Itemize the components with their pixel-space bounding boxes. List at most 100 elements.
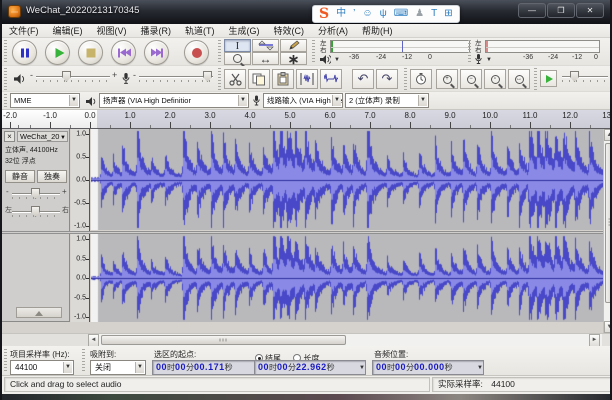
playback-device-dropdown[interactable]: 扬声器 (VIA High Definitior▼	[99, 93, 249, 108]
device-toolbar-grip[interactable]	[4, 94, 7, 108]
menu-view[interactable]: 视图(V)	[90, 24, 134, 37]
paste-button[interactable]	[272, 69, 294, 89]
vertical-ruler-channel-2[interactable]: 1.00.50.0-0.5-1.0	[71, 234, 90, 322]
speaker-icon[interactable]	[320, 55, 331, 64]
transport-toolbar-grip[interactable]	[4, 40, 7, 64]
skip-to-end-button[interactable]	[144, 40, 169, 65]
menu-effect[interactable]: 特效(C)	[267, 24, 312, 37]
menu-tracks[interactable]: 轨道(T)	[178, 24, 222, 37]
cut-button[interactable]	[224, 69, 246, 89]
recording-volume-slider[interactable]	[139, 70, 213, 84]
sogou-logo-icon[interactable]: S	[319, 6, 329, 22]
play-speed-slider[interactable]	[562, 70, 608, 84]
play-button[interactable]	[45, 40, 70, 65]
toolbox-icon[interactable]: ⊞	[444, 9, 452, 19]
chinese-mode-icon[interactable]: 中	[336, 9, 346, 19]
playback-meter-dropdown-icon[interactable]: ▼	[334, 57, 340, 63]
pause-button[interactable]	[12, 40, 37, 65]
zoom-fit-button[interactable]: ↔	[508, 69, 530, 89]
audio-position-field[interactable]: 00时00分00.000秒▼	[372, 360, 484, 375]
horizontal-scrollbar[interactable]: ◄ ►	[2, 333, 612, 346]
playback-meter[interactable]	[330, 40, 470, 53]
selection-tool-button[interactable]: I	[224, 39, 251, 52]
tools-toolbar-grip[interactable]	[218, 40, 221, 64]
menu-generate[interactable]: 生成(G)	[222, 24, 267, 37]
recording-meter-grip[interactable]	[468, 40, 471, 64]
menu-edit[interactable]: 编辑(E)	[46, 24, 90, 37]
solo-button[interactable]: 独奏	[37, 170, 67, 183]
play-at-speed-button[interactable]	[540, 70, 557, 87]
sogou-input-toolbar[interactable]: S 中 ’ ☺ ψ ⌨ ♟ T ⊞	[312, 5, 460, 23]
playback-volume-slider[interactable]	[36, 70, 110, 84]
zoom-to-selection-button[interactable]: ▫	[484, 69, 506, 89]
waveform-channel-1[interactable]	[91, 129, 603, 230]
menu-help[interactable]: 帮助(H)	[355, 24, 400, 37]
recording-device-dropdown[interactable]: 线路输入 (VIA High Definit▼	[263, 93, 343, 108]
profile-icon[interactable]: ♟	[415, 9, 424, 19]
gain-slider[interactable]	[12, 187, 60, 200]
track-close-button[interactable]: ×	[4, 131, 15, 142]
timeshift-tool-button[interactable]: ↔	[252, 52, 279, 65]
microphone-icon[interactable]	[475, 54, 482, 65]
title-bar[interactable]: WeChat_20220213170345 S 中 ’ ☺ ψ ⌨ ♟ T ⊞ …	[2, 0, 610, 24]
close-button[interactable]: ✕	[576, 3, 604, 18]
minimize-button[interactable]: —	[518, 3, 546, 18]
track-collapse-button[interactable]	[16, 307, 62, 318]
zoom-in-button[interactable]: +	[436, 69, 458, 89]
snap-grip[interactable]	[82, 349, 85, 373]
menu-file[interactable]: 文件(F)	[2, 24, 46, 37]
mixer-toolbar-grip[interactable]	[4, 68, 7, 90]
zoom-toolbar-grip[interactable]	[404, 68, 407, 90]
scroll-up-button[interactable]: ▲	[604, 129, 612, 141]
track-area: × WeChat_20▼ 立体声, 44100Hz 32位 浮点 静音 独奏 -…	[2, 129, 612, 333]
waveform-channel-2[interactable]	[91, 234, 603, 322]
vertical-ruler-channel-1[interactable]: 1.00.50.0-0.5-1.0	[71, 129, 90, 231]
audio-host-dropdown[interactable]: MME▼	[10, 93, 80, 108]
vertical-scrollbar[interactable]: ▲ ▼	[603, 129, 612, 333]
silence-audio-button[interactable]	[320, 69, 342, 89]
skip-to-start-button[interactable]	[111, 40, 136, 65]
zoom-tool-button[interactable]	[224, 52, 251, 65]
voice-input-icon[interactable]: ψ	[380, 9, 387, 19]
transcription-toolbar-grip[interactable]	[534, 68, 537, 90]
mute-button[interactable]: 静音	[5, 170, 35, 183]
copy-button[interactable]	[248, 69, 270, 89]
scroll-down-button[interactable]: ▼	[604, 321, 612, 333]
vertical-ruler-label: -0.5	[74, 294, 86, 301]
emoji-icon[interactable]: ☺	[362, 9, 372, 19]
track-control-panel[interactable]: × WeChat_20▼ 立体声, 44100Hz 32位 浮点 静音 独奏 -…	[2, 129, 70, 322]
menu-transport[interactable]: 播录(R)	[134, 24, 179, 37]
zoom-out-button[interactable]: −	[460, 69, 482, 89]
recording-channels-dropdown[interactable]: 2 (立体声) 录制▼	[345, 93, 429, 108]
pan-slider[interactable]	[12, 205, 60, 218]
menu-analyze[interactable]: 分析(A)	[311, 24, 355, 37]
punctuation-icon[interactable]: ’	[353, 9, 355, 19]
timeline-ruler[interactable]: -2.0-1.00.01.02.03.04.05.06.07.08.09.010…	[2, 110, 612, 129]
record-button[interactable]	[184, 40, 209, 65]
timeline-label: 0.0	[84, 111, 95, 120]
playback-scale-0: 0	[428, 54, 432, 61]
edit-toolbar-grip[interactable]	[218, 68, 221, 90]
selection-start-value: 00时00分00.171秒	[156, 362, 233, 372]
playback-meter-grip[interactable]	[312, 40, 315, 64]
multi-tool-button[interactable]: ∗	[280, 52, 307, 65]
maximize-button[interactable]: ❐	[547, 3, 575, 18]
skin-icon[interactable]: T	[431, 9, 437, 19]
redo-button[interactable]: ↷	[376, 69, 398, 89]
track-name-menu[interactable]: WeChat_20▼	[17, 131, 68, 142]
vertical-scroll-thumb[interactable]	[605, 143, 612, 303]
snap-to-dropdown[interactable]: 关闭▼	[90, 360, 146, 375]
selection-end-field[interactable]: 00时00分22.962秒▼	[254, 360, 366, 375]
selection-toolbar-grip[interactable]	[4, 349, 7, 373]
undo-button[interactable]: ↶	[352, 69, 374, 89]
project-rate-dropdown[interactable]: 44100▼	[10, 360, 74, 375]
soft-keyboard-icon[interactable]: ⌨	[394, 9, 408, 19]
envelope-tool-button[interactable]	[252, 39, 279, 52]
horizontal-scroll-thumb[interactable]	[101, 335, 346, 345]
recording-meter-dropdown-icon[interactable]: ▼	[486, 57, 492, 63]
trim-audio-button[interactable]	[296, 69, 318, 89]
selection-start-field[interactable]: 00时00分00.171秒▼	[152, 360, 264, 375]
stop-button[interactable]	[78, 40, 103, 65]
recording-meter[interactable]	[485, 40, 600, 53]
sync-lock-button[interactable]	[410, 69, 432, 89]
